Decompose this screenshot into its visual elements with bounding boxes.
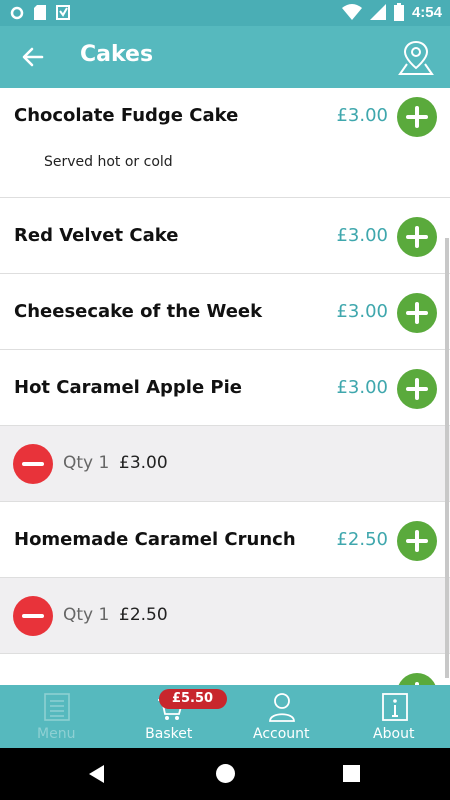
signal-icon (369, 4, 386, 20)
basket-line: Qty 1 £3.00 (0, 426, 450, 502)
nav-basket-label: Basket (145, 726, 193, 742)
back-triangle-icon[interactable] (89, 765, 104, 783)
basket-quantity: Qty 1 (63, 605, 110, 625)
nav-basket[interactable]: £5.50 Basket (113, 685, 227, 748)
nav-account[interactable]: Account (225, 685, 338, 748)
recents-square-icon[interactable] (343, 765, 360, 782)
account-person-icon (269, 693, 295, 722)
item-description: Served hot or cold (44, 154, 173, 170)
add-to-basket-button[interactable] (397, 369, 437, 409)
basket-line-price: £3.00 (119, 453, 168, 473)
nav-account-label: Account (252, 726, 310, 742)
add-to-basket-button[interactable] (397, 293, 437, 333)
menu-item: Red Velvet Cake £3.00 (0, 198, 450, 274)
remove-from-basket-button[interactable] (13, 596, 53, 636)
menu-item-partial (0, 654, 450, 685)
scrollbar[interactable] (445, 238, 449, 678)
wifi-icon (341, 4, 362, 20)
back-arrow-icon[interactable] (20, 44, 46, 70)
basket-total-badge: £5.50 (158, 689, 227, 709)
bottom-navigation: Menu £5.50 Basket Account About (0, 685, 450, 748)
item-price: £3.00 (336, 377, 388, 398)
nav-about-label: About (373, 726, 415, 742)
add-to-basket-button[interactable] (397, 521, 437, 561)
item-price: £3.00 (336, 225, 388, 246)
item-name: Homemade Caramel Crunch (14, 529, 296, 550)
page-title: Cakes (80, 42, 154, 67)
notification-circle-icon (10, 6, 24, 19)
status-time: 4:54 (411, 3, 442, 21)
basket-line-price: £2.50 (119, 605, 168, 625)
map-pin-icon[interactable] (398, 38, 434, 76)
nav-menu[interactable]: Menu (0, 685, 113, 748)
item-name: Red Velvet Cake (14, 225, 179, 246)
battery-icon (393, 3, 404, 21)
remove-from-basket-button[interactable] (13, 444, 53, 484)
menu-item: Cheesecake of the Week £3.00 (0, 274, 450, 350)
nav-about[interactable]: About (338, 685, 450, 748)
basket-line: Qty 1 £2.50 (0, 578, 450, 654)
sd-card-icon (34, 5, 46, 20)
menu-item: Homemade Caramel Crunch £2.50 (0, 502, 450, 578)
add-to-basket-button[interactable] (397, 673, 437, 685)
menu-list-icon (44, 693, 70, 721)
item-price: £2.50 (336, 529, 388, 550)
menu-item: Chocolate Fudge Cake £3.00 Served hot or… (0, 88, 450, 198)
info-icon (381, 693, 408, 721)
home-circle-icon[interactable] (216, 764, 235, 783)
nav-menu-label: Menu (37, 726, 76, 742)
item-name: Chocolate Fudge Cake (14, 105, 239, 126)
item-price: £3.00 (336, 105, 388, 126)
item-name: Hot Caramel Apple Pie (14, 377, 242, 398)
basket-quantity: Qty 1 (63, 453, 110, 473)
menu-item: Hot Caramel Apple Pie £3.00 (0, 350, 450, 426)
add-to-basket-button[interactable] (397, 97, 437, 137)
download-check-icon (56, 5, 70, 20)
menu-item-list[interactable]: Chocolate Fudge Cake £3.00 Served hot or… (0, 88, 450, 685)
item-name: Cheesecake of the Week (14, 301, 263, 322)
status-bar: 4:54 (0, 0, 450, 26)
app-bar: Cakes (0, 26, 450, 88)
item-price: £3.00 (336, 301, 388, 322)
system-navigation-bar (0, 748, 450, 800)
add-to-basket-button[interactable] (397, 217, 437, 257)
